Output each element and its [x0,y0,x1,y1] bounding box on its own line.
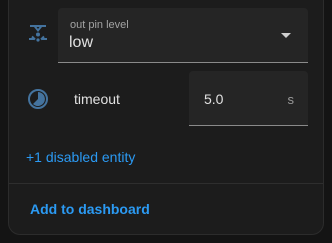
timeout-label: timeout [74,91,120,107]
card-divider [9,183,323,184]
select-label: out pin level [70,19,129,31]
out-pin-level-select[interactable]: out pin level low [58,8,308,63]
timeout-value: 5.0 [204,91,224,107]
select-value: low [69,34,94,51]
timeout-unit: s [287,92,295,107]
tune-icon [29,25,47,42]
timer-icon [28,89,48,109]
disabled-entities-link[interactable]: +1 disabled entity [26,149,135,165]
add-to-dashboard-button[interactable]: Add to dashboard [30,201,150,217]
entities-card: out pin level low timeout 5.0 s +1 disab… [8,0,324,235]
timeout-input[interactable]: 5.0 s [189,71,308,126]
chevron-down-icon [281,33,291,38]
